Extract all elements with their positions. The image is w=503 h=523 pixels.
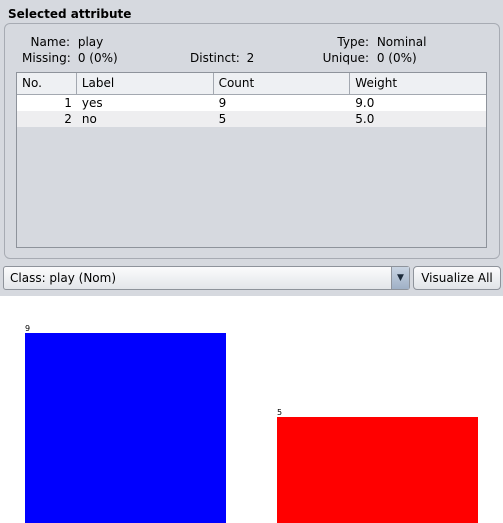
bar-no [277,417,478,523]
cell-label: yes [81,96,103,110]
column-header-no[interactable]: No. [17,73,77,95]
name-value: play [77,35,104,49]
class-select-value: Class: play (Nom) [10,271,117,285]
name-label: Name: [30,35,70,49]
column-header-weight[interactable]: Weight [350,73,486,95]
name-row: Name: play [22,35,104,49]
column-header-label[interactable]: Label [77,73,214,95]
type-row: Type: Nominal [318,35,426,49]
unique-label: Unique: [322,51,369,65]
chevron-down-icon[interactable]: ▼ [391,267,409,289]
cell-count: 5 [218,112,227,126]
table-row[interactable]: 2 no 5 5.0 [17,111,486,127]
table-header: No. Label Count Weight [17,73,486,95]
visualize-all-button[interactable]: Visualize All [413,266,501,290]
class-select[interactable]: Class: play (Nom) ▼ [3,266,410,290]
distribution-chart: 95 [0,296,503,523]
unique-row: Unique: 0 (0%) [318,51,417,65]
missing-row: Missing: 0 (0%) [22,51,118,65]
bar-count-label: 5 [277,408,283,417]
cell-no: 1 [64,96,72,110]
distinct-value: 2 [246,51,255,65]
panel-title: Selected attribute [8,7,132,21]
cell-weight: 5.0 [355,112,375,126]
distinct-row: Distinct: 2 [190,51,254,65]
distinct-label: Distinct: [190,51,240,65]
cell-label: no [81,112,97,126]
cell-count: 9 [218,96,227,110]
bar-count-label: 9 [25,324,31,333]
label-count-table[interactable]: No. Label Count Weight 1 yes 9 9.0 2 no … [16,72,487,248]
type-label: Type: [337,35,369,49]
table-row[interactable]: 1 yes 9 9.0 [17,95,486,111]
missing-value: 0 (0%) [77,51,118,65]
type-value: Nominal [376,35,427,49]
bar-yes [25,333,226,523]
cell-no: 2 [64,112,72,126]
missing-label: Missing: [22,51,71,65]
unique-value: 0 (0%) [376,51,417,65]
column-header-count[interactable]: Count [214,73,351,95]
cell-weight: 9.0 [355,96,375,110]
